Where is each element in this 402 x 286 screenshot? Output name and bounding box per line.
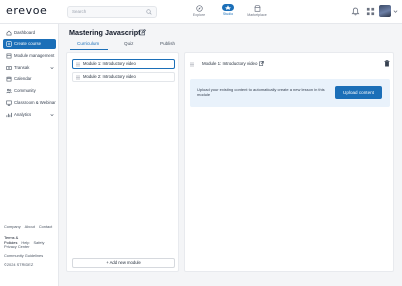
add-module-button[interactable]: + Add new module xyxy=(72,258,175,268)
trash-icon[interactable] xyxy=(384,60,390,67)
sidebar-item-module-management[interactable]: Module management xyxy=(3,51,56,61)
marketplace-icon xyxy=(253,5,261,12)
upload-content-button[interactable]: Upload content xyxy=(335,86,382,99)
brand-logo[interactable]: erevoe xyxy=(6,4,47,17)
sidebar-item-label: Calendar xyxy=(14,76,32,81)
upload-description: Upload your existing content to automati… xyxy=(197,87,325,98)
sidebar-item-label: Dashboard xyxy=(14,30,36,35)
sidebar-item-dashboard[interactable]: Dashboard xyxy=(3,28,56,38)
bell-icon[interactable] xyxy=(351,7,360,16)
plus-icon xyxy=(6,41,12,47)
copyright-text: ©2024 STRIDEZ xyxy=(4,262,34,267)
search-placeholder: Search xyxy=(72,9,87,14)
add-module-label: Add new module xyxy=(109,260,141,265)
upload-content-banner: Upload your existing content to automati… xyxy=(190,79,390,107)
module-item-label: Module 1: Introductory video xyxy=(83,61,136,66)
footer-link-company[interactable]: Company xyxy=(4,224,21,229)
page-header: Mastering Javascript xyxy=(69,28,146,38)
tab-curriculum[interactable]: Curriculum xyxy=(77,41,99,46)
dashboard-icon xyxy=(6,30,12,36)
avatar[interactable] xyxy=(379,5,391,17)
module-item-2[interactable]: Module 2: Introductory video xyxy=(72,72,175,82)
analytics-icon xyxy=(6,112,12,118)
drag-handle-icon[interactable] xyxy=(190,62,194,67)
module-detail-title: Module 1: Introductory video xyxy=(202,61,258,66)
module-list-panel: Module 1: Introductory video Module 2: I… xyxy=(66,52,179,272)
apps-grid-icon[interactable] xyxy=(366,7,375,16)
module-item-1[interactable]: Module 1: Introductory video xyxy=(72,59,175,69)
sidebar-item-label: Transak xyxy=(14,65,30,70)
plus-icon: + xyxy=(106,260,109,265)
top-bar: erevoe Search Explore Studio Marketplace xyxy=(0,0,402,24)
sidebar: Dashboard Create course Module managemen… xyxy=(0,24,59,286)
sidebar-item-classroom-webinar[interactable]: Classroom & Webinar xyxy=(3,98,56,108)
chevron-down-icon xyxy=(50,67,54,70)
nav-studio[interactable]: Studio xyxy=(215,3,241,21)
footer-link-guidelines[interactable]: Community Guidelines xyxy=(4,253,43,258)
module-detail-panel: Module 1: Introductory video Upload your… xyxy=(184,52,394,272)
footer-links-row-1: Company About Contact xyxy=(4,224,56,229)
studio-icon xyxy=(222,4,234,11)
nav-studio-label: Studio xyxy=(222,12,234,16)
nav-marketplace[interactable]: Marketplace xyxy=(244,3,270,21)
sidebar-item-label: Analytics xyxy=(14,112,32,117)
nav-marketplace-label: Marketplace xyxy=(247,13,267,17)
chevron-down-icon xyxy=(50,114,54,117)
sidebar-item-label: Classroom & Webinar xyxy=(14,100,56,105)
sidebar-item-transak[interactable]: Transak xyxy=(3,63,56,73)
footer-link-privacy[interactable]: Privacy Center xyxy=(4,244,30,249)
nav-explore-label: Explore xyxy=(192,13,206,17)
footer-link-contact[interactable]: Contact xyxy=(39,224,52,229)
community-icon xyxy=(6,88,12,94)
sidebar-item-label: Module management xyxy=(14,53,55,58)
calendar-icon xyxy=(6,76,12,82)
search-icon xyxy=(146,9,152,15)
compass-icon xyxy=(195,5,203,12)
tab-quiz[interactable]: Quiz xyxy=(124,41,133,46)
classroom-icon xyxy=(6,100,12,106)
sidebar-item-analytics[interactable]: Analytics xyxy=(3,110,56,120)
sidebar-item-calendar[interactable]: Calendar xyxy=(3,74,56,84)
module-item-label: Module 2: Introductory video xyxy=(83,74,136,79)
edit-icon[interactable] xyxy=(139,29,146,36)
nav-explore[interactable]: Explore xyxy=(186,3,212,21)
sidebar-item-community[interactable]: Community xyxy=(3,86,56,96)
footer-link-safety[interactable]: Safety xyxy=(33,240,44,245)
active-tab-indicator xyxy=(70,49,108,50)
chevron-down-icon[interactable] xyxy=(393,9,398,14)
drag-handle-icon[interactable] xyxy=(76,75,80,80)
sidebar-item-label: Create course xyxy=(14,41,41,46)
search-input[interactable]: Search xyxy=(67,6,157,18)
external-link-icon[interactable] xyxy=(259,61,264,66)
money-icon xyxy=(6,66,12,70)
module-detail-header: Module 1: Introductory video xyxy=(190,60,390,70)
sidebar-item-label: Community xyxy=(14,88,36,93)
footer-link-about[interactable]: About xyxy=(25,224,35,229)
sidebar-item-create-course[interactable]: Create course xyxy=(3,39,56,49)
tab-publish[interactable]: Publish xyxy=(160,41,175,46)
module-icon xyxy=(6,53,12,59)
page-title: Mastering Javascript xyxy=(69,28,141,37)
drag-handle-icon[interactable] xyxy=(76,62,80,67)
